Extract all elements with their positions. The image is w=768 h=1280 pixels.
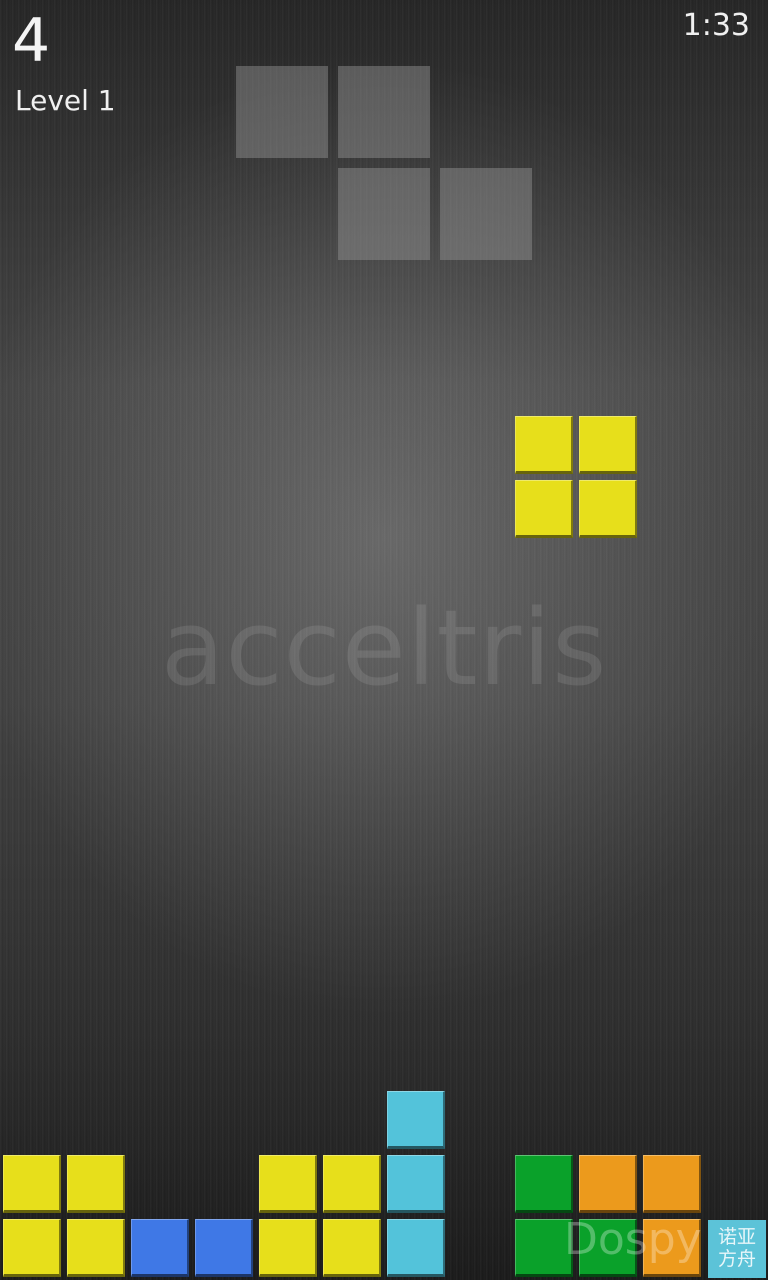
next-piece-cell [338,66,430,158]
stack-block [323,1155,381,1213]
active-piece-cell [515,480,573,538]
stack-block [67,1155,125,1213]
stack-block [323,1219,381,1277]
stack-block [643,1155,701,1213]
site-sticker: 诺亚 方舟 [708,1220,766,1278]
stack-block [67,1219,125,1277]
stack-block [387,1219,445,1277]
stack-block [131,1219,189,1277]
sticker-line-2: 方舟 [717,1248,756,1270]
stack-block [3,1219,61,1277]
score-value: 4 [12,6,51,76]
timer-value: 1:33 [682,8,750,43]
next-piece-cell [338,168,430,260]
stack-block [515,1155,573,1213]
active-piece-cell [515,416,573,474]
stack-block [3,1155,61,1213]
active-piece-cell [579,480,637,538]
game-screen[interactable]: 4 Level 1 1:33 acceltris Dospy 诺亚 方舟 [0,0,768,1280]
level-label: Level 1 [15,84,116,117]
stack-block [387,1091,445,1149]
stack-block [579,1155,637,1213]
dospy-watermark: Dospy [564,1214,702,1265]
sticker-line-1: 诺亚 [717,1226,756,1248]
game-title-watermark: acceltris [160,587,608,709]
stack-block [195,1219,253,1277]
stack-block [259,1219,317,1277]
next-piece-cell [236,66,328,158]
stack-block [387,1155,445,1213]
stack-block [259,1155,317,1213]
next-piece-cell [440,168,532,260]
active-piece-cell [579,416,637,474]
